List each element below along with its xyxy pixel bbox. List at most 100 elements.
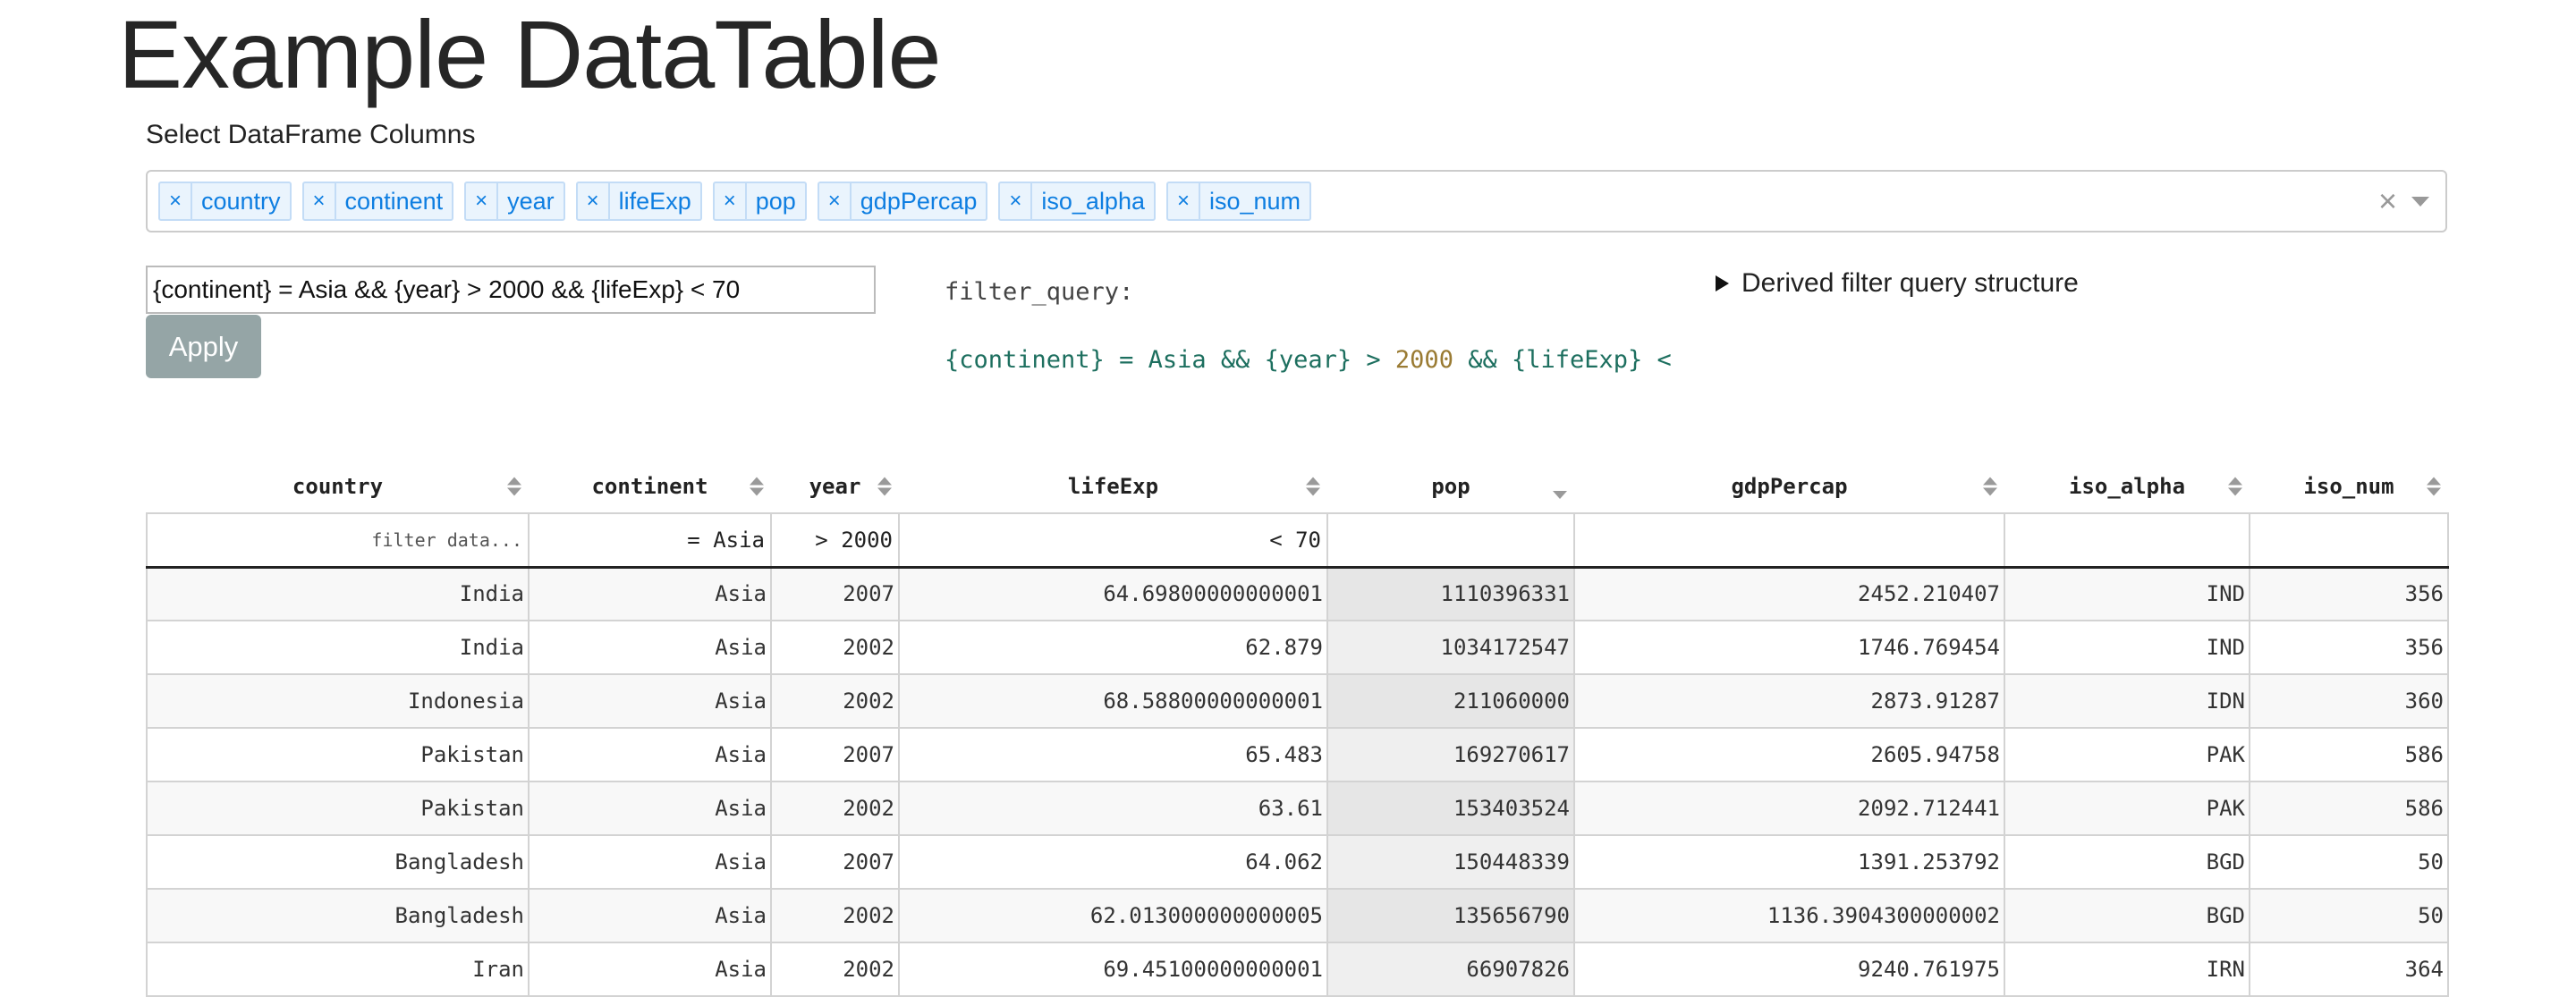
sort-icon[interactable] bbox=[1306, 477, 1320, 496]
sort-icon[interactable] bbox=[750, 477, 764, 496]
sort-icon[interactable] bbox=[2228, 477, 2242, 496]
remove-chip-icon[interactable]: × bbox=[160, 183, 192, 219]
cell-gdppercap[interactable]: 2092.712441 bbox=[1573, 781, 2005, 836]
filter-cell-iso-num[interactable] bbox=[2249, 512, 2449, 569]
cell-lifeexp[interactable]: 62.013000000000005 bbox=[898, 888, 1328, 943]
cell-continent[interactable]: Asia bbox=[528, 673, 772, 729]
cell-iso-num[interactable]: 356 bbox=[2249, 566, 2449, 621]
cell-lifeexp[interactable]: 65.483 bbox=[898, 727, 1328, 782]
cell-year[interactable]: 2002 bbox=[770, 620, 900, 675]
cell-iso-alpha[interactable]: BGD bbox=[2004, 834, 2250, 890]
cell-pop[interactable]: 153403524 bbox=[1326, 781, 1575, 836]
cell-iso-alpha[interactable]: BGD bbox=[2004, 888, 2250, 943]
cell-lifeexp[interactable]: 64.062 bbox=[898, 834, 1328, 890]
cell-iso-num[interactable]: 356 bbox=[2249, 620, 2449, 675]
cell-year[interactable]: 2002 bbox=[770, 781, 900, 836]
column-chip-lifeexp: × lifeExp bbox=[575, 182, 702, 221]
cell-gdppercap[interactable]: 2452.210407 bbox=[1573, 566, 2005, 621]
sort-up-arrow-icon bbox=[2228, 477, 2242, 486]
cell-lifeexp[interactable]: 69.45100000000001 bbox=[898, 942, 1328, 997]
cell-country[interactable]: Iran bbox=[146, 942, 530, 997]
filter-cell-year[interactable]: > 2000 bbox=[770, 512, 900, 569]
filter-cell-continent[interactable]: = Asia bbox=[528, 512, 772, 569]
cell-iso-num[interactable]: 50 bbox=[2249, 834, 2449, 890]
cell-iso-alpha[interactable]: IDN bbox=[2004, 673, 2250, 729]
cell-gdppercap[interactable]: 1391.253792 bbox=[1573, 834, 2005, 890]
cell-pop[interactable]: 1110396331 bbox=[1326, 566, 1575, 621]
sort-descending-icon[interactable] bbox=[1553, 490, 1567, 499]
cell-lifeexp[interactable]: 68.58800000000001 bbox=[898, 673, 1328, 729]
cell-pop[interactable]: 1034172547 bbox=[1326, 620, 1575, 675]
cell-pop[interactable]: 150448339 bbox=[1326, 834, 1575, 890]
cell-gdppercap[interactable]: 2605.94758 bbox=[1573, 727, 2005, 782]
cell-country[interactable]: Bangladesh bbox=[146, 888, 530, 943]
cell-lifeexp[interactable]: 63.61 bbox=[898, 781, 1328, 836]
cell-gdppercap[interactable]: 1746.769454 bbox=[1573, 620, 2005, 675]
cell-lifeexp[interactable]: 62.879 bbox=[898, 620, 1328, 675]
cell-country[interactable]: Pakistan bbox=[146, 727, 530, 782]
filter-cell-iso-alpha[interactable] bbox=[2004, 512, 2250, 569]
cell-iso-num[interactable]: 364 bbox=[2249, 942, 2449, 997]
cell-iso-num[interactable]: 586 bbox=[2249, 781, 2449, 836]
cell-iso-num[interactable]: 586 bbox=[2249, 727, 2449, 782]
cell-continent[interactable]: Asia bbox=[528, 620, 772, 675]
cell-year[interactable]: 2002 bbox=[770, 942, 900, 997]
remove-chip-icon[interactable]: × bbox=[578, 183, 610, 219]
cell-year[interactable]: 2007 bbox=[770, 834, 900, 890]
cell-year[interactable]: 2002 bbox=[770, 673, 900, 729]
cell-iso-alpha[interactable]: IND bbox=[2004, 566, 2250, 621]
remove-chip-icon[interactable]: × bbox=[466, 183, 499, 219]
filter-cell-country[interactable]: filter data... bbox=[146, 512, 530, 569]
sort-icon[interactable] bbox=[1983, 477, 1997, 496]
cell-iso-alpha[interactable]: IRN bbox=[2004, 942, 2250, 997]
cell-year[interactable]: 2007 bbox=[770, 727, 900, 782]
column-header-inner: continent bbox=[529, 460, 771, 512]
cell-iso-num[interactable]: 360 bbox=[2249, 673, 2449, 729]
cell-continent[interactable]: Asia bbox=[528, 942, 772, 997]
sort-icon[interactable] bbox=[877, 477, 892, 496]
cell-pop[interactable]: 169270617 bbox=[1326, 727, 1575, 782]
cell-country[interactable]: India bbox=[146, 566, 530, 621]
cell-continent[interactable]: Asia bbox=[528, 727, 772, 782]
filter-cell-gdppercap[interactable] bbox=[1573, 512, 2005, 569]
remove-chip-icon[interactable]: × bbox=[1168, 183, 1200, 219]
filter-cell-pop[interactable] bbox=[1326, 512, 1575, 569]
cell-pop[interactable]: 135656790 bbox=[1326, 888, 1575, 943]
remove-chip-icon[interactable]: × bbox=[819, 183, 852, 219]
derived-query-toggle[interactable]: Derived filter query structure bbox=[1716, 268, 2079, 299]
cell-year[interactable]: 2007 bbox=[770, 566, 900, 621]
triangle-right-icon bbox=[1716, 275, 1729, 291]
cell-country[interactable]: Bangladesh bbox=[146, 834, 530, 890]
sort-icon[interactable] bbox=[507, 477, 521, 496]
cell-country[interactable]: Pakistan bbox=[146, 781, 530, 836]
cell-gdppercap[interactable]: 9240.761975 bbox=[1573, 942, 2005, 997]
cell-gdppercap[interactable]: 1136.3904300000002 bbox=[1573, 888, 2005, 943]
cell-continent[interactable]: Asia bbox=[528, 888, 772, 943]
apply-button[interactable]: Apply bbox=[146, 315, 261, 378]
cell-year[interactable]: 2002 bbox=[770, 888, 900, 943]
cell-pop[interactable]: 211060000 bbox=[1326, 673, 1575, 729]
cell-lifeexp[interactable]: 64.69800000000001 bbox=[898, 566, 1328, 621]
cell-iso-alpha[interactable]: PAK bbox=[2004, 781, 2250, 836]
filter-query-code-part2: && {lifeExp} < bbox=[1453, 346, 1672, 374]
filter-query-input[interactable] bbox=[146, 266, 876, 314]
clear-all-icon[interactable]: × bbox=[2378, 182, 2397, 220]
cell-continent[interactable]: Asia bbox=[528, 834, 772, 890]
filter-cell-lifeexp[interactable]: < 70 bbox=[898, 512, 1328, 569]
cell-continent[interactable]: Asia bbox=[528, 781, 772, 836]
remove-chip-icon[interactable]: × bbox=[1000, 183, 1033, 219]
cell-pop[interactable]: 66907826 bbox=[1326, 942, 1575, 997]
remove-chip-icon[interactable]: × bbox=[715, 183, 747, 219]
table-row: Bangladesh Asia 2002 62.013000000000005 1356… bbox=[146, 888, 2449, 943]
cell-gdppercap[interactable]: 2873.91287 bbox=[1573, 673, 2005, 729]
cell-country[interactable]: Indonesia bbox=[146, 673, 530, 729]
cell-iso-alpha[interactable]: IND bbox=[2004, 620, 2250, 675]
cell-continent[interactable]: Asia bbox=[528, 566, 772, 621]
column-multi-select[interactable]: × country × continent × year × lifeExp × pop × gdpP… bbox=[146, 170, 2447, 232]
cell-iso-num[interactable]: 50 bbox=[2249, 888, 2449, 943]
cell-country[interactable]: India bbox=[146, 620, 530, 675]
sort-icon[interactable] bbox=[2427, 477, 2441, 496]
remove-chip-icon[interactable]: × bbox=[304, 183, 336, 219]
cell-iso-alpha[interactable]: PAK bbox=[2004, 727, 2250, 782]
dropdown-arrow-icon[interactable] bbox=[2411, 196, 2429, 207]
